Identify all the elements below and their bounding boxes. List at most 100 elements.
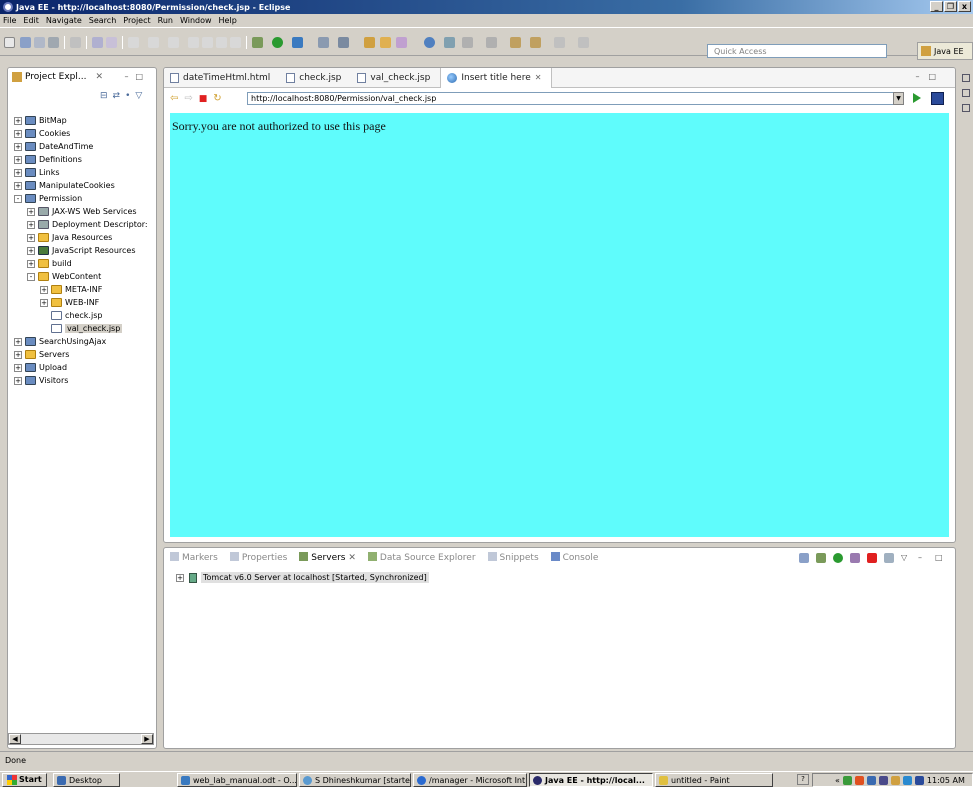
display-icon[interactable] xyxy=(878,775,888,785)
expand-icon[interactable]: + xyxy=(14,116,22,125)
expand-icon[interactable]: + xyxy=(14,181,22,190)
forward-arrow-icon[interactable]: ⇨ xyxy=(184,93,192,104)
maximize-icon[interactable]: □ xyxy=(928,72,945,81)
undo-icon[interactable] xyxy=(128,37,139,48)
view-menu-icon[interactable]: ▽ xyxy=(135,91,147,101)
globe-icon[interactable] xyxy=(424,37,435,48)
new-icon[interactable] xyxy=(4,37,15,48)
step-icon[interactable] xyxy=(168,37,179,48)
suspend-icon[interactable] xyxy=(202,37,213,48)
menu-file[interactable]: File xyxy=(3,16,16,25)
menu-project[interactable]: Project xyxy=(123,16,150,25)
tree-item[interactable]: + META-INF xyxy=(40,283,102,296)
expand-icon[interactable]: + xyxy=(40,285,48,294)
tab-properties[interactable]: Properties xyxy=(229,552,287,563)
terminate-icon[interactable] xyxy=(216,37,227,48)
tab-check-jsp[interactable]: check.jsp xyxy=(280,68,351,88)
expand-icon[interactable]: + xyxy=(14,155,22,164)
tree-item[interactable]: + Links xyxy=(14,166,60,179)
close-tab-icon[interactable]: ✕ xyxy=(95,72,103,82)
tree-item[interactable]: + JAX-WS Web Services xyxy=(27,205,137,218)
tree-item[interactable]: + Deployment Descriptor: xyxy=(27,218,148,231)
tree-item[interactable]: + SearchUsingAjax xyxy=(14,335,106,348)
url-dropdown-icon[interactable]: ▼ xyxy=(893,92,904,105)
expand-icon[interactable]: + xyxy=(14,350,22,359)
expand-icon[interactable]: + xyxy=(27,220,35,229)
tree-item[interactable]: + JavaScript Resources xyxy=(27,244,136,257)
pin-icon[interactable] xyxy=(578,37,589,48)
tree-item[interactable]: val_check.jsp xyxy=(40,322,123,335)
outline-icon[interactable] xyxy=(962,74,970,82)
expand-icon[interactable]: + xyxy=(40,298,48,307)
expand-icon[interactable]: + xyxy=(27,246,35,255)
menu-window[interactable]: Window xyxy=(180,16,212,25)
scroll-left-icon[interactable]: ◀ xyxy=(9,734,21,744)
tree-item[interactable]: - Permission xyxy=(14,192,82,205)
stop-icon[interactable]: ■ xyxy=(199,94,208,104)
start-server-icon[interactable] xyxy=(833,553,843,563)
format-icon[interactable] xyxy=(92,37,103,48)
tree-item[interactable]: check.jsp xyxy=(40,309,102,322)
debug-server-icon[interactable] xyxy=(816,553,826,563)
tree-item[interactable]: + build xyxy=(27,257,72,270)
window-title-bar[interactable]: Java EE - http://localhost:8080/Permissi… xyxy=(0,0,973,14)
menu-help[interactable]: Help xyxy=(219,16,237,25)
quick-access-field[interactable]: Quick Access xyxy=(707,44,887,58)
tree-item[interactable]: + Upload xyxy=(14,361,67,374)
menu-run[interactable]: Run xyxy=(158,16,173,25)
expand-icon[interactable]: + xyxy=(14,376,22,385)
tree-item[interactable]: + Java Resources xyxy=(27,231,112,244)
pointer-icon[interactable] xyxy=(70,37,81,48)
task-web-lab-manual[interactable]: web_lab_manual.odt - O... xyxy=(177,773,297,787)
close-tab-icon[interactable]: ✕ xyxy=(535,73,542,82)
desktop-button[interactable]: Desktop xyxy=(53,773,120,787)
back-arrow-icon[interactable]: ⇦ xyxy=(170,93,178,104)
minimize-icon[interactable]: – xyxy=(124,72,135,81)
annotation-icon[interactable] xyxy=(462,37,473,48)
scroll-right-icon[interactable]: ▶ xyxy=(141,734,153,744)
tree-item[interactable]: + Visitors xyxy=(14,374,68,387)
expand-icon[interactable]: + xyxy=(176,573,184,582)
disconnect-icon[interactable] xyxy=(230,37,241,48)
tab-val-check-jsp[interactable]: val_check.jsp xyxy=(351,68,440,88)
tree-item[interactable]: + Servers xyxy=(14,348,69,361)
maximize-icon[interactable]: □ xyxy=(135,72,150,81)
expand-icon[interactable]: + xyxy=(14,129,22,138)
tab-insert-title-here[interactable]: Insert title here ✕ xyxy=(440,68,553,88)
explorer-horizontal-scrollbar[interactable]: ◀ ▶ xyxy=(8,733,154,745)
tab-datetimehtml[interactable]: dateTimeHtml.html xyxy=(164,68,280,88)
next-annotation-icon[interactable] xyxy=(486,37,497,48)
collapse-all-icon[interactable]: ⊟ xyxy=(100,91,113,101)
server-entry[interactable]: + Tomcat v6.0 Server at localhost [Start… xyxy=(176,572,429,583)
tab-data-source-explorer[interactable]: Data Source Explorer xyxy=(367,552,476,563)
tree-item[interactable]: + DateAndTime xyxy=(14,140,93,153)
close-window-button[interactable]: x xyxy=(958,1,971,12)
tree-item[interactable]: + Cookies xyxy=(14,127,70,140)
profile-server-icon[interactable] xyxy=(850,553,860,563)
menu-search[interactable]: Search xyxy=(89,16,116,25)
link-editor-icon[interactable]: ⇄ xyxy=(113,91,126,101)
tree-item[interactable]: - WebContent xyxy=(27,270,101,283)
debug-icon[interactable] xyxy=(252,37,263,48)
profile-icon[interactable] xyxy=(292,37,303,48)
menu-edit[interactable]: Edit xyxy=(23,16,39,25)
collapse-icon[interactable]: - xyxy=(14,194,22,203)
expand-icon[interactable]: + xyxy=(14,337,22,346)
expand-icon[interactable]: + xyxy=(14,363,22,372)
pen-icon[interactable] xyxy=(396,37,407,48)
forward-icon[interactable] xyxy=(554,37,565,48)
tree-item[interactable]: + WEB-INF xyxy=(40,296,99,309)
back-icon[interactable] xyxy=(530,37,541,48)
minimize-icon[interactable]: – xyxy=(915,72,928,81)
update-icon[interactable] xyxy=(866,775,876,785)
new-project-icon[interactable] xyxy=(364,37,375,48)
tab-servers[interactable]: Servers ✕ xyxy=(299,552,356,563)
antivirus-icon[interactable] xyxy=(854,775,864,785)
tree-item[interactable]: + Definitions xyxy=(14,153,82,166)
expand-icon[interactable]: + xyxy=(14,168,22,177)
expand-icon[interactable]: + xyxy=(27,259,35,268)
expand-icon[interactable]: + xyxy=(14,142,22,151)
print-icon[interactable] xyxy=(48,37,59,48)
stop-server-icon[interactable] xyxy=(867,553,877,563)
close-tab-icon[interactable]: ✕ xyxy=(348,553,356,563)
